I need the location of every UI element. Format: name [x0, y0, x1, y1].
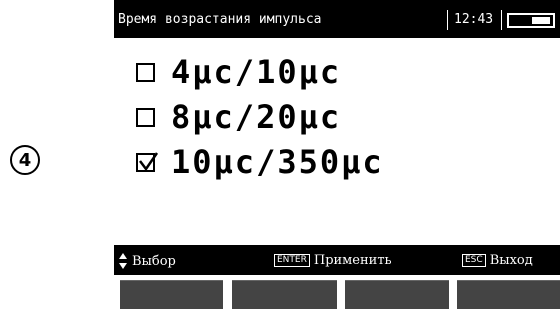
screen-title: Время возрастания импульса — [118, 12, 322, 27]
checkbox-checked-icon[interactable] — [136, 151, 159, 172]
apply-label: Применить — [313, 253, 392, 268]
esc-key-icon: ESC — [462, 254, 486, 267]
softkey-4[interactable] — [457, 280, 560, 309]
softkey-1[interactable] — [120, 280, 223, 309]
up-down-arrows-icon — [118, 253, 128, 269]
option-10-350[interactable]: 10μc/350μc — [136, 144, 384, 180]
option-8-20[interactable]: 8μc/20μc — [136, 99, 341, 135]
title-bar: Время возрастания импульса 12:43 — [114, 0, 560, 38]
softkey-3[interactable] — [345, 280, 449, 309]
device-screen: Время возрастания импульса 12:43 4μc/10μ… — [114, 0, 560, 309]
option-label: 4μc/10μc — [171, 53, 342, 91]
checkbox-unchecked-icon[interactable] — [136, 107, 155, 127]
option-4-10[interactable]: 4μc/10μc — [136, 54, 341, 90]
step-number-marker: 4 — [10, 145, 40, 175]
battery-icon — [507, 13, 555, 28]
select-label: Выбор — [132, 253, 176, 269]
title-divider — [447, 10, 448, 30]
enter-key-icon: ENTER — [274, 254, 310, 267]
apply-hint[interactable]: ENTER Применить — [274, 253, 392, 268]
exit-hint[interactable]: ESC Выход — [462, 253, 533, 268]
clock-divider — [501, 10, 502, 30]
softkey-2[interactable] — [232, 280, 337, 309]
footer-bar: Выбор ENTER Применить ESC Выход — [114, 245, 560, 275]
exit-label: Выход — [489, 253, 533, 268]
option-label: 10μc/350μc — [171, 143, 384, 181]
softkey-row — [114, 280, 560, 309]
clock: 12:43 — [454, 12, 494, 27]
option-label: 8μc/20μc — [171, 98, 342, 136]
checkbox-unchecked-icon[interactable] — [136, 62, 155, 82]
select-hint[interactable]: Выбор — [118, 253, 176, 269]
